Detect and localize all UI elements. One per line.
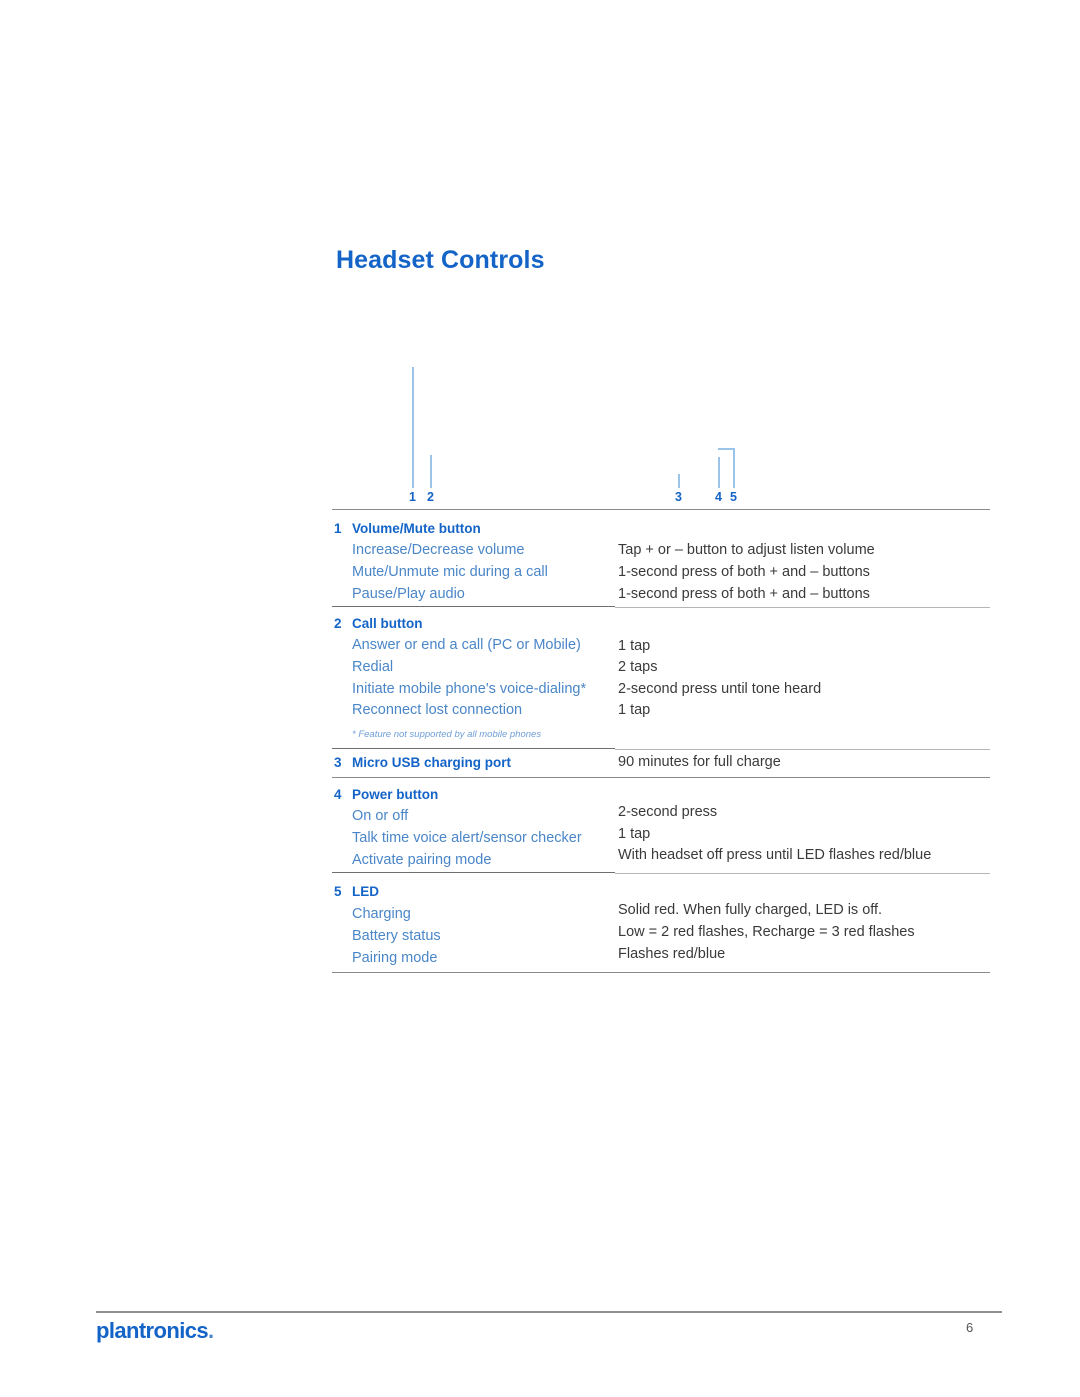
- section-1-divider-right: [615, 607, 990, 608]
- section-1-row-3-label: Pause/Play audio: [352, 586, 465, 602]
- callout-number-3: 3: [675, 490, 682, 504]
- callout-number-2: 2: [427, 490, 434, 504]
- section-2-row-1-value: 1 tap: [618, 638, 651, 654]
- logo-wordmark: plantronics: [96, 1318, 209, 1343]
- table-bottom-rule: [332, 972, 990, 973]
- table-top-rule: [332, 509, 990, 510]
- leader-line-2: [430, 455, 432, 488]
- section-4-row-3-value: With headset off press until LED flashes…: [618, 847, 932, 863]
- section-3-heading: Micro USB charging port: [352, 755, 512, 770]
- section-2-row-3-label: Initiate mobile phone's voice-dialing*: [352, 681, 587, 697]
- section-5-row-3-label: Pairing mode: [352, 950, 438, 966]
- section-3-number: 3: [334, 755, 342, 770]
- leader-line-1: [412, 367, 414, 488]
- section-4-divider-right: [615, 873, 990, 874]
- section-4-row-1-value: 2-second press: [618, 804, 718, 820]
- plantronics-logo: plantronics.: [96, 1318, 214, 1344]
- section-3-heading-value: 90 minutes for full charge: [618, 754, 781, 770]
- section-1-divider-left: [332, 606, 615, 607]
- logo-dot: .: [207, 1318, 214, 1343]
- section-2-number: 2: [334, 616, 342, 631]
- section-2-row-4-value: 1 tap: [618, 702, 651, 718]
- section-5-number: 5: [334, 884, 342, 899]
- section-2-footnote: * Feature not supported by all mobile ph…: [352, 729, 542, 740]
- section-1-heading: Volume/Mute button: [352, 521, 481, 536]
- section-5-row-1-label: Charging: [352, 906, 411, 922]
- leader-line-3: [678, 474, 680, 488]
- section-4-number: 4: [334, 787, 342, 802]
- section-2-divider-left: [332, 748, 615, 749]
- section-4-heading: Power button: [352, 787, 439, 802]
- section-2-row-1-label: Answer or end a call (PC or Mobile): [352, 637, 581, 653]
- section-1-number: 1: [334, 521, 342, 536]
- leader-line-5: [733, 448, 735, 488]
- section-5-row-2-value: Low = 2 red flashes, Recharge = 3 red fl…: [618, 924, 915, 940]
- section-1-row-3-value: 1-second press of both + and – buttons: [618, 586, 870, 602]
- headset-callout-diagram: 1 2 3 4 5: [332, 355, 990, 503]
- section-2-row-4-label: Reconnect lost connection: [352, 702, 523, 718]
- section-4-divider-left: [332, 872, 615, 873]
- callout-number-4: 4: [715, 490, 722, 504]
- section-2-heading: Call button: [352, 616, 423, 631]
- section-4-row-3-label: Activate pairing mode: [352, 852, 492, 868]
- section-1-row-1-label: Increase/Decrease volume: [352, 542, 525, 558]
- leader-line-4: [718, 457, 720, 488]
- section-5-heading: LED: [352, 884, 379, 899]
- section-1-row-1-value: Tap + or – button to adjust listen volum…: [618, 542, 875, 558]
- section-1-row-2-label: Mute/Unmute mic during a call: [352, 564, 548, 580]
- footer-rule: [96, 1311, 1002, 1313]
- callout-number-1: 1: [409, 490, 416, 504]
- section-4-row-2-label: Talk time voice alert/sensor checker: [352, 830, 582, 846]
- section-2-divider-right: [615, 749, 990, 750]
- section-2-row-2-value: 2 taps: [618, 659, 658, 675]
- section-5-row-2-label: Battery status: [352, 928, 441, 944]
- section-5-row-3-value: Flashes red/blue: [618, 946, 726, 962]
- section-1-row-2-value: 1-second press of both + and – buttons: [618, 564, 870, 580]
- section-4-row-2-value: 1 tap: [618, 826, 651, 842]
- section-5-row-1-value: Solid red. When fully charged, LED is of…: [618, 902, 883, 918]
- page-title: Headset Controls: [336, 246, 545, 274]
- section-2-row-2-label: Redial: [352, 659, 394, 675]
- page-number: 6: [966, 1320, 974, 1335]
- callout-number-5: 5: [730, 490, 737, 504]
- section-2-row-3-value: 2-second press until tone heard: [618, 681, 822, 697]
- section-3-divider: [332, 777, 990, 778]
- section-4-row-1-label: On or off: [352, 808, 409, 824]
